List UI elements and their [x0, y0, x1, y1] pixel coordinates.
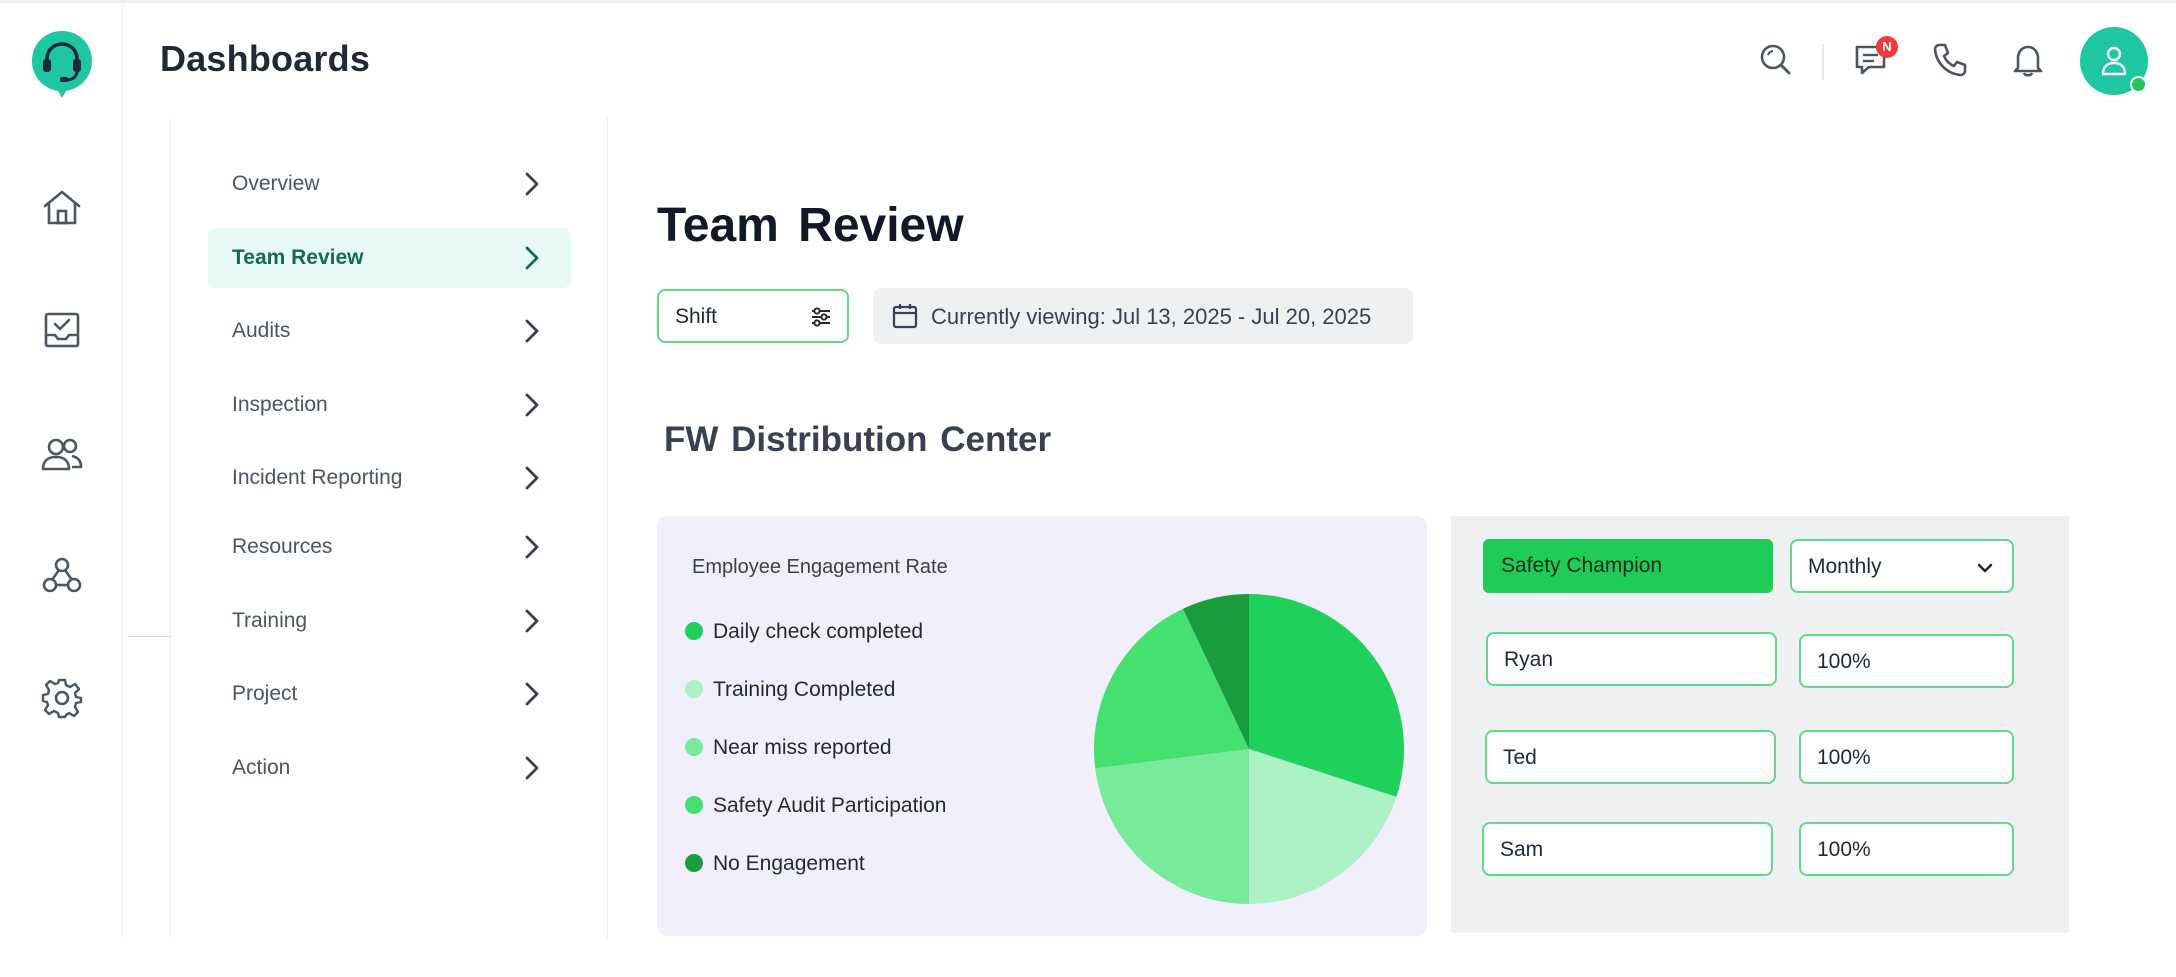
subnav-item-training[interactable]: Training	[208, 591, 571, 651]
chevron-right-icon	[525, 466, 539, 490]
page-header-title: Dashboards	[160, 38, 371, 79]
champion-name-field[interactable]: Sam	[1482, 822, 1773, 876]
chevron-right-icon	[525, 609, 539, 633]
chevron-down-icon	[1977, 563, 1993, 573]
subnav-item-label: Team Review	[232, 246, 364, 269]
subnav-item-label: Action	[232, 756, 291, 779]
chevron-right-icon	[525, 172, 539, 196]
bell-icon[interactable]	[2008, 40, 2048, 80]
chevron-right-icon	[525, 682, 539, 706]
legend-label: Near miss reported	[713, 736, 892, 759]
subnav-item-label: Overview	[232, 172, 320, 195]
subnav-item-inspection[interactable]: Inspection	[208, 375, 571, 435]
subnav-item-resources[interactable]: Resources	[208, 517, 571, 577]
online-status-dot	[2130, 76, 2147, 93]
date-range-picker[interactable]: Currently viewing: Jul 13, 2025 - Jul 20…	[873, 288, 1413, 344]
legend-label: Safety Audit Participation	[713, 794, 947, 817]
chevron-right-icon	[525, 393, 539, 417]
engagement-chart-card: Employee Engagement Rate Daily check com…	[657, 516, 1427, 936]
gear-icon[interactable]	[40, 676, 84, 720]
shift-filter-label: Shift	[675, 305, 718, 328]
champion-score-field[interactable]: 100%	[1799, 634, 2014, 688]
headset-logo-icon[interactable]	[30, 29, 94, 99]
legend-label: Daily check completed	[713, 620, 924, 643]
subnav-item-audits[interactable]: Audits	[208, 301, 571, 361]
chevron-right-icon	[525, 756, 539, 780]
legend-swatch	[685, 796, 703, 814]
subnav-item-label: Training	[232, 609, 308, 632]
subnav-item-project[interactable]: Project	[208, 664, 571, 724]
period-select[interactable]: Monthly	[1790, 539, 2014, 593]
sliders-icon	[812, 307, 830, 327]
champion-score-value: 100%	[1817, 746, 1871, 769]
period-select-value: Monthly	[1808, 555, 1882, 578]
subnav-item-label: Audits	[232, 319, 291, 342]
notification-badge: N	[1876, 36, 1898, 58]
rail-divider	[122, 3, 123, 937]
legend-label: No Engagement	[713, 852, 865, 875]
calendar-icon	[892, 304, 918, 329]
date-range-label: Currently viewing: Jul 13, 2025 - Jul 20…	[931, 304, 1372, 329]
safety-champion-button[interactable]: Safety Champion	[1483, 539, 1773, 593]
champion-name-value: Sam	[1500, 838, 1544, 861]
subnav-item-overview[interactable]: Overview	[208, 154, 571, 214]
champion-score-value: 100%	[1817, 650, 1871, 673]
champion-name-field[interactable]: Ryan	[1486, 632, 1777, 686]
legend-swatch	[685, 680, 703, 698]
header-separator	[1822, 44, 1824, 80]
chart-title: Employee Engagement Rate	[692, 556, 948, 578]
legend-swatch	[685, 622, 703, 640]
subnav-item-label: Resources	[232, 535, 333, 558]
chevron-right-icon	[525, 246, 539, 270]
pie-slice	[1095, 749, 1249, 904]
home-icon[interactable]	[40, 186, 84, 230]
legend-swatch	[685, 854, 703, 872]
champion-name-value: Ted	[1503, 746, 1537, 769]
chevron-right-icon	[525, 535, 539, 559]
champion-score-field[interactable]: 100%	[1799, 730, 2014, 784]
subnav-item-label: Inspection	[232, 393, 328, 416]
user-icon	[2101, 46, 2127, 76]
subnav-item-action[interactable]: Action	[208, 738, 571, 798]
search-icon[interactable]	[1756, 40, 1796, 80]
subnav-item-incident-reporting[interactable]: Incident Reporting	[208, 448, 571, 508]
champion-name-value: Ryan	[1504, 648, 1554, 671]
subnav-divider	[128, 636, 170, 637]
users-icon[interactable]	[40, 432, 84, 476]
subnav-item-team-review[interactable]: Team Review	[208, 228, 571, 288]
safety-champion-label: Safety Champion	[1501, 554, 1663, 577]
legend-label: Training Completed	[713, 678, 896, 701]
section-title: FW Distribution Center	[664, 420, 1052, 459]
champion-score-value: 100%	[1817, 838, 1871, 861]
page-title: Team Review	[657, 199, 964, 252]
champion-score-field[interactable]: 100%	[1799, 822, 2014, 876]
champion-name-field[interactable]: Ted	[1485, 730, 1776, 784]
subnav-border-right	[607, 118, 608, 938]
legend-swatch	[685, 738, 703, 756]
chevron-right-icon	[525, 319, 539, 343]
phone-icon[interactable]	[1930, 40, 1970, 80]
subnav-border	[170, 118, 171, 938]
subnav-item-label: Incident Reporting	[232, 466, 403, 489]
workflow-icon[interactable]	[40, 554, 84, 598]
shift-filter-button[interactable]: Shift	[657, 289, 849, 343]
subnav-item-label: Project	[232, 682, 298, 705]
inbox-check-icon[interactable]	[40, 308, 84, 352]
engagement-pie-chart	[1094, 594, 1404, 904]
